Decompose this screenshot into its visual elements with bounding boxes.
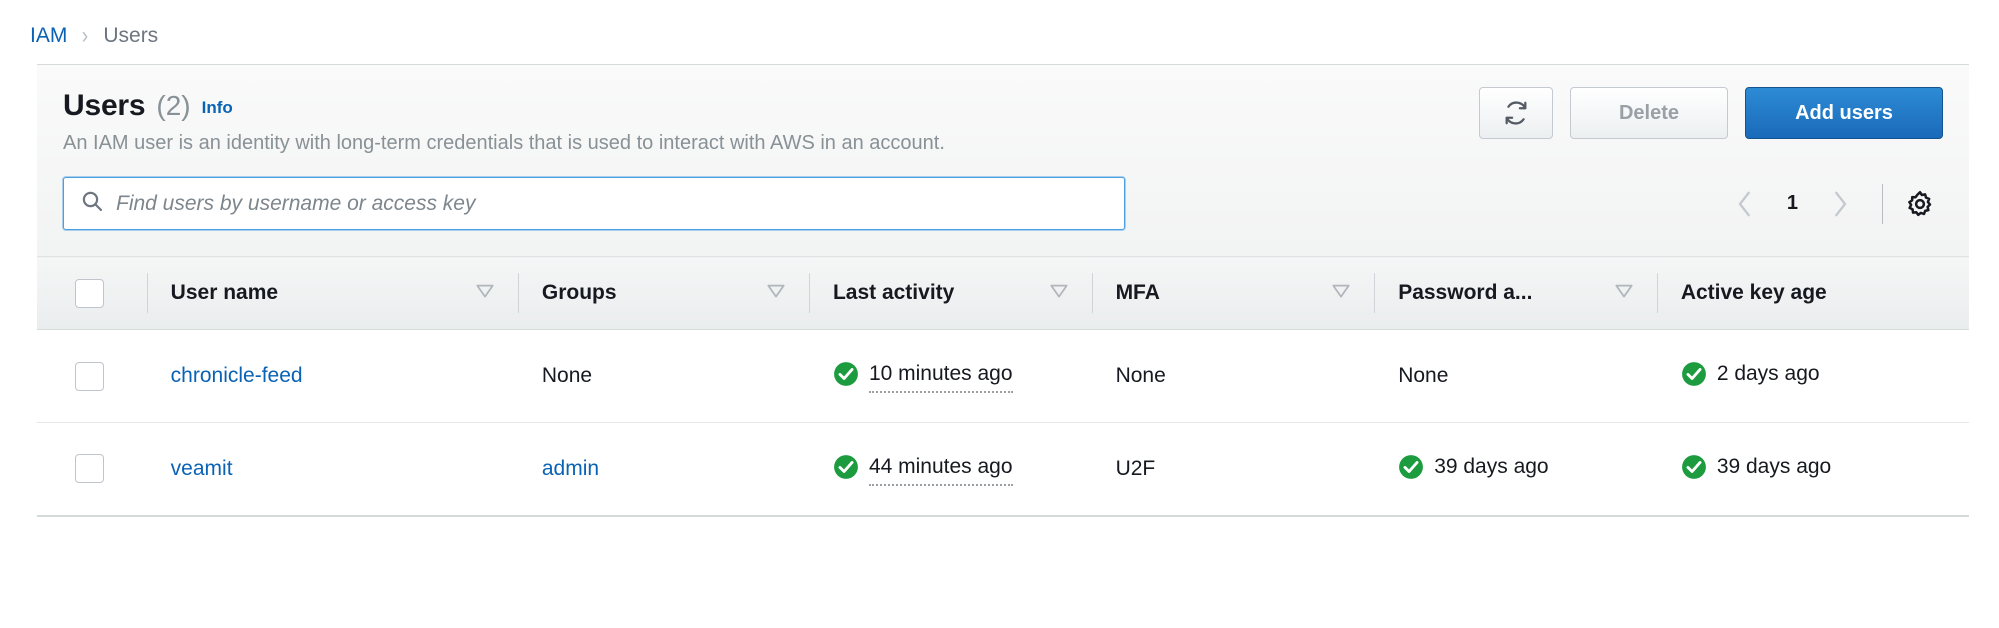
user-name-link[interactable]: veamit [171,457,233,480]
active-key-age-value: 39 days ago [1716,454,1832,478]
column-label: Active key age [1680,281,1827,304]
panel-description: An IAM user is an identity with long-ter… [63,132,945,154]
gear-icon [1905,189,1935,219]
sort-icon[interactable] [1613,279,1635,307]
breadcrumb-separator-icon: › [82,22,89,49]
chevron-left-icon [1735,189,1755,219]
column-header-mfa[interactable]: MFA [1091,256,1375,330]
row-checkbox[interactable] [74,361,104,391]
check-circle-icon [1681,454,1707,480]
check-circle-icon [1681,361,1707,387]
sort-icon[interactable] [765,279,787,307]
add-users-button[interactable]: Add users [1745,87,1943,139]
cell-mfa: None [1091,329,1375,423]
cell-last-activity: 44 minutes ago [808,422,1092,517]
active-key-age-status: 2 days ago [1681,359,1820,389]
cell-mfa: U2F [1091,422,1375,517]
search-field-wrapper: Find users by username or access key [63,177,1125,230]
refresh-button[interactable] [1479,87,1553,139]
cell-last-activity: 10 minutes ago [808,329,1092,423]
refresh-icon [1503,100,1529,126]
last-activity-value: 44 minutes ago [868,452,1013,486]
column-label: MFA [1115,281,1160,304]
mfa-value: None [1115,364,1166,387]
breadcrumb-current-users: Users [103,24,159,47]
breadcrumb-link-iam[interactable]: IAM [30,24,67,48]
user-name-link[interactable]: chronicle-feed [171,364,303,387]
cell-user-name: chronicle-feed [146,329,518,423]
password-age-value: None [1398,364,1449,387]
column-header-active-key-age[interactable]: Active key age [1656,256,1969,330]
search-input[interactable]: Find users by username or access key [63,177,1125,230]
users-count: (2) [156,90,191,121]
pagination-page-1[interactable]: 1 [1771,192,1814,215]
select-all-checkbox[interactable] [74,278,104,308]
password-age-value: 39 days ago [1434,454,1549,478]
search-placeholder: Find users by username or access key [116,191,476,215]
table-body: chronicle-feed None 10 minutes ago None … [37,329,1969,517]
check-circle-icon [1398,454,1424,480]
column-header-last-activity[interactable]: Last activity [808,256,1092,330]
table-row[interactable]: chronicle-feed None 10 minutes ago None … [37,329,1969,423]
column-label: User name [170,281,279,304]
active-key-age-status: 39 days ago [1681,452,1831,482]
panel-header: Users (2) Info An IAM user is an identit… [37,65,1969,256]
table-row[interactable]: veamit admin 44 minutes ago U2F 39 days … [37,422,1969,517]
row-select-cell [37,329,147,423]
search-row: Find users by username or access key 1 [63,155,1943,256]
sort-icon[interactable] [474,279,496,307]
info-link[interactable]: Info [202,98,233,118]
cell-password-age: None [1374,329,1657,423]
row-checkbox[interactable] [74,454,104,484]
column-header-password-age[interactable]: Password a... [1374,256,1657,330]
pagination: 1 [1719,181,1943,227]
last-activity-status: 44 minutes ago [833,452,1013,486]
table-header: User name Groups Last activity MFA Passw… [37,256,1969,330]
chevron-right-icon [1830,189,1850,219]
delete-button[interactable]: Delete [1570,87,1728,139]
search-icon [80,189,116,218]
mfa-value: U2F [1115,456,1156,480]
last-activity-status: 10 minutes ago [833,359,1013,393]
pagination-prev-button[interactable] [1719,181,1771,227]
cell-groups: None [517,329,809,423]
column-header-user-name[interactable]: User name [146,256,518,330]
cell-groups: admin [517,422,809,517]
cell-user-name: veamit [146,422,518,517]
last-activity-value: 10 minutes ago [868,359,1013,393]
pagination-divider [1882,183,1883,224]
cell-password-age: 39 days ago [1374,422,1657,517]
check-circle-icon [833,454,859,480]
sort-icon[interactable] [1330,279,1352,307]
select-all-header [37,256,147,330]
panel-title-block: Users (2) Info An IAM user is an identit… [63,85,945,155]
column-label: Password a... [1398,281,1533,304]
panel-actions: Delete Add users [1479,85,1943,139]
column-label: Groups [541,281,617,304]
groups-value: None [541,364,593,387]
breadcrumb: IAM › Users [0,0,1999,52]
check-circle-icon [833,361,859,387]
page-title: Users [63,89,146,122]
preferences-button[interactable] [1905,189,1935,219]
table-header-row: User name Groups Last activity MFA Passw… [37,256,1969,330]
cell-active-key-age: 2 days ago [1656,329,1969,423]
users-panel: Users (2) Info An IAM user is an identit… [37,64,1969,517]
column-header-groups[interactable]: Groups [517,256,809,330]
row-select-cell [37,422,147,517]
password-age-status: 39 days ago [1398,452,1549,482]
pagination-next-button[interactable] [1814,181,1866,227]
column-label: Last activity [832,281,955,304]
cell-active-key-age: 39 days ago [1656,422,1969,517]
active-key-age-value: 2 days ago [1716,362,1820,385]
sort-icon[interactable] [1048,279,1070,307]
group-link[interactable]: admin [542,457,599,480]
users-table: User name Groups Last activity MFA Passw… [37,256,1969,517]
